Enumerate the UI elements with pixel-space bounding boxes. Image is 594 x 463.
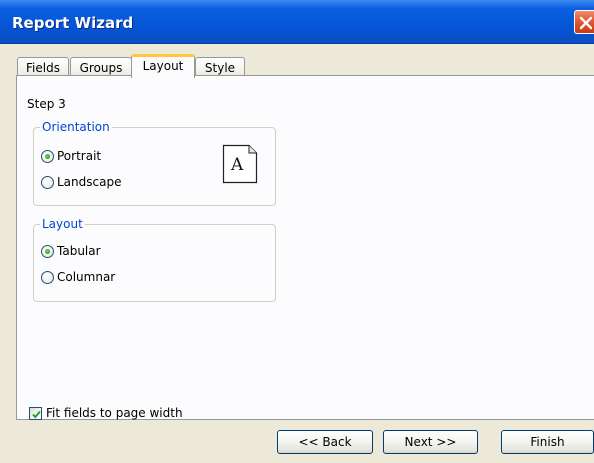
tabular-radio-button[interactable] bbox=[41, 245, 54, 258]
next-button[interactable]: Next >> bbox=[383, 430, 478, 454]
report-wizard-window: Report Wizard Fields Groups Layout Style bbox=[0, 0, 594, 463]
close-button[interactable] bbox=[574, 10, 594, 34]
portrait-label: Portrait bbox=[57, 149, 102, 163]
landscape-radio-button[interactable] bbox=[41, 176, 54, 189]
fit-fields-label: Fit fields to page width bbox=[46, 406, 183, 420]
layout-group: Layout Tabular Columnar bbox=[33, 217, 276, 302]
tab-style-label: Style bbox=[204, 61, 236, 75]
tab-groups-label: Groups bbox=[79, 61, 123, 75]
fit-fields-checkbox-box[interactable] bbox=[29, 407, 42, 420]
page-icon-letter: A bbox=[231, 155, 244, 175]
tab-fields-label: Fields bbox=[26, 61, 60, 75]
finish-button[interactable]: Finish bbox=[501, 430, 594, 454]
tab-layout[interactable]: Layout bbox=[131, 54, 195, 78]
layout-legend: Layout bbox=[40, 217, 85, 231]
landscape-label: Landscape bbox=[57, 175, 122, 189]
layout-tab-page: Step 3 Orientation Portrait Landscape A … bbox=[16, 75, 594, 420]
columnar-label: Columnar bbox=[57, 270, 116, 284]
window-title: Report Wizard bbox=[12, 14, 134, 32]
tab-fields[interactable]: Fields bbox=[17, 57, 69, 77]
columnar-radio-button[interactable] bbox=[41, 271, 54, 284]
orientation-group: Orientation Portrait Landscape A bbox=[33, 120, 276, 206]
checkmark-icon bbox=[32, 410, 41, 419]
tab-groups[interactable]: Groups bbox=[70, 57, 132, 77]
tab-layout-label: Layout bbox=[142, 59, 184, 73]
tab-style[interactable]: Style bbox=[195, 57, 245, 77]
back-button[interactable]: << Back bbox=[277, 430, 373, 454]
tabular-label: Tabular bbox=[57, 244, 101, 258]
dialog-body: Fields Groups Layout Style Step 3 Orient… bbox=[9, 44, 594, 463]
title-bar[interactable]: Report Wizard bbox=[0, 0, 594, 44]
orientation-legend: Orientation bbox=[40, 120, 112, 134]
portrait-radio-button[interactable] bbox=[41, 150, 54, 163]
portrait-page-icon: A bbox=[222, 144, 258, 184]
step-label: Step 3 bbox=[27, 97, 66, 111]
